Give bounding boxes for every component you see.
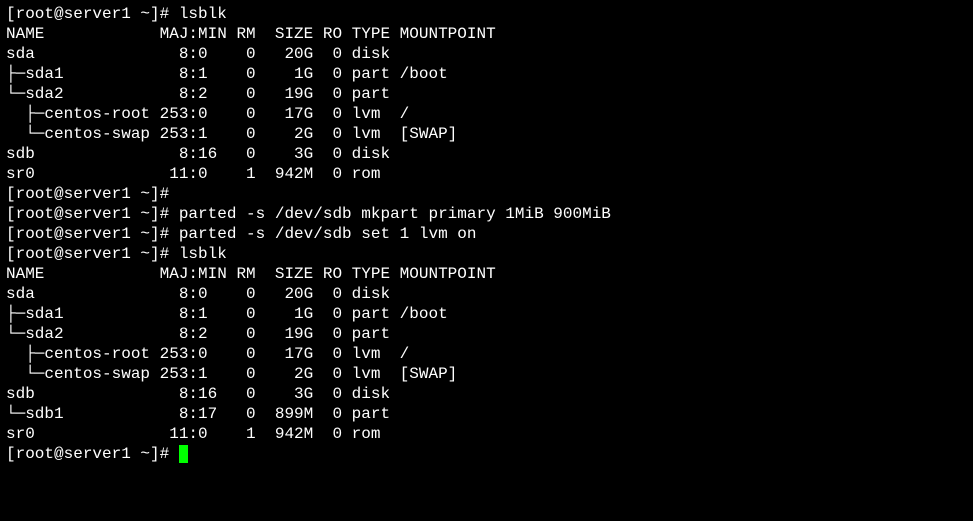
lsblk-row: sdb 8:16 0 3G 0 disk <box>6 384 967 404</box>
lsblk-row: sda 8:0 0 20G 0 disk <box>6 284 967 304</box>
lsblk-row: ├─centos-root 253:0 0 17G 0 lvm / <box>6 344 967 364</box>
command-line: [root@server1 ~]# <box>6 184 967 204</box>
lsblk-row: └─sda2 8:2 0 19G 0 part <box>6 84 967 104</box>
lsblk-row: └─centos-swap 253:1 0 2G 0 lvm [SWAP] <box>6 364 967 384</box>
lsblk-row: sr0 11:0 1 942M 0 rom <box>6 424 967 444</box>
lsblk-row: └─sdb1 8:17 0 899M 0 part <box>6 404 967 424</box>
lsblk-row: └─sda2 8:2 0 19G 0 part <box>6 324 967 344</box>
terminal-output[interactable]: [root@server1 ~]# lsblkNAME MAJ:MIN RM S… <box>0 0 973 468</box>
lsblk-header: NAME MAJ:MIN RM SIZE RO TYPE MOUNTPOINT <box>6 24 967 44</box>
lsblk-row: └─centos-swap 253:1 0 2G 0 lvm [SWAP] <box>6 124 967 144</box>
command-line: [root@server1 ~]# parted -s /dev/sdb mkp… <box>6 204 967 224</box>
cursor[interactable] <box>179 445 189 463</box>
lsblk-row: sda 8:0 0 20G 0 disk <box>6 44 967 64</box>
prompt-line[interactable]: [root@server1 ~]# <box>6 444 967 464</box>
command-line: [root@server1 ~]# lsblk <box>6 4 967 24</box>
lsblk-row: sdb 8:16 0 3G 0 disk <box>6 144 967 164</box>
lsblk-header: NAME MAJ:MIN RM SIZE RO TYPE MOUNTPOINT <box>6 264 967 284</box>
lsblk-row: ├─sda1 8:1 0 1G 0 part /boot <box>6 304 967 324</box>
lsblk-row: ├─sda1 8:1 0 1G 0 part /boot <box>6 64 967 84</box>
command-line: [root@server1 ~]# parted -s /dev/sdb set… <box>6 224 967 244</box>
lsblk-row: sr0 11:0 1 942M 0 rom <box>6 164 967 184</box>
lsblk-row: ├─centos-root 253:0 0 17G 0 lvm / <box>6 104 967 124</box>
command-line: [root@server1 ~]# lsblk <box>6 244 967 264</box>
